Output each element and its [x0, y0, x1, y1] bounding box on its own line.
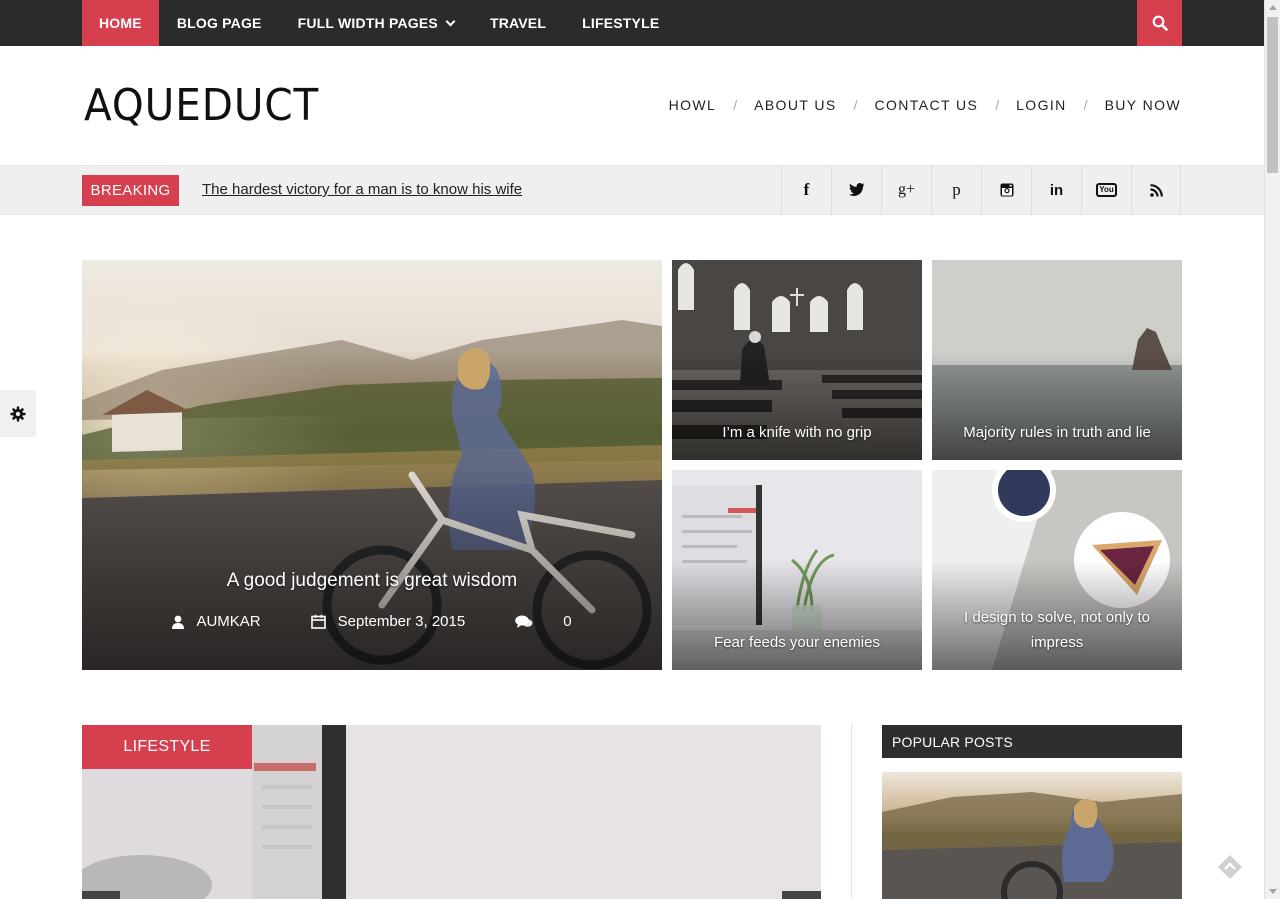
featured-tile-sea[interactable]: Majority rules in truth and lie — [932, 260, 1182, 460]
top-nav-lifestyle[interactable]: LIFESTYLE — [564, 0, 677, 46]
top-nav-label: LIFESTYLE — [582, 15, 660, 31]
pinterest-icon: p — [952, 180, 961, 199]
instagram-icon — [1000, 183, 1013, 197]
twitter-link[interactable] — [831, 166, 881, 214]
post-comment-count: 0 — [563, 613, 572, 630]
google-plus-icon: g+ — [897, 181, 916, 198]
top-nav-home[interactable]: HOME — [82, 0, 159, 46]
search-icon — [1152, 15, 1168, 31]
settings-panel-toggle[interactable] — [0, 390, 36, 437]
popular-post-image — [882, 792, 1182, 899]
top-nav-label: BLOG PAGE — [176, 15, 262, 31]
rss-link[interactable] — [1131, 166, 1181, 214]
chevron-down-icon — [445, 16, 456, 26]
pinterest-link[interactable]: p — [931, 166, 981, 214]
nav-separator: / — [853, 97, 858, 113]
rss-icon — [1149, 183, 1163, 197]
featured-main-post[interactable]: A good judgement is great wisdom AUMKAR … — [82, 260, 662, 670]
featured-tile-church[interactable]: I’m a knife with no grip — [672, 260, 922, 460]
google-plus-link[interactable]: g+ — [881, 166, 931, 214]
instagram-link[interactable] — [981, 166, 1031, 214]
post-category-tag[interactable]: LIFESTYLE — [82, 725, 252, 769]
gear-icon — [10, 406, 26, 421]
popular-posts-heading: POPULAR POSTS — [882, 725, 1182, 758]
main-nav-about-us[interactable]: ABOUT US — [754, 97, 837, 113]
user-icon — [172, 615, 185, 629]
featured-tile-title[interactable]: Fear feeds your enemies — [682, 630, 912, 655]
linkedin-link[interactable]: in — [1031, 166, 1081, 214]
page-scrollbar[interactable] — [1264, 0, 1280, 899]
youtube-icon: You — [1096, 183, 1117, 197]
breaking-headline-link[interactable]: The hardest victory for a man is to know… — [202, 181, 522, 198]
featured-tile-food[interactable]: I design to solve, not only to impress — [932, 470, 1182, 670]
site-logo[interactable]: AQUEDUCT — [84, 82, 319, 130]
top-nav-blog-page[interactable]: BLOG PAGE — [159, 0, 280, 46]
top-nav-label: HOME — [99, 15, 142, 31]
featured-tile-title[interactable]: I design to solve, not only to impress — [942, 605, 1172, 655]
facebook-icon: f — [803, 180, 810, 199]
top-nav-full-width-pages[interactable]: FULL WIDTH PAGES — [280, 0, 472, 46]
content-divider — [851, 725, 852, 899]
post-author-name: AUMKAR — [196, 613, 261, 630]
nav-separator: / — [733, 97, 738, 113]
top-nav-travel[interactable]: TRAVEL — [472, 0, 564, 46]
scroll-up-arrow[interactable] — [1269, 5, 1277, 10]
top-nav: HOME BLOG PAGE FULL WIDTH PAGES TRAVEL L… — [82, 0, 677, 46]
post-date: September 3, 2015 — [310, 613, 466, 630]
post-date-text: September 3, 2015 — [337, 613, 466, 630]
popular-post-thumbnail[interactable] — [882, 772, 1182, 899]
image-shade — [82, 444, 662, 670]
breaking-label: BREAKING — [82, 175, 179, 206]
breaking-news-bar: BREAKING The hardest victory for a man i… — [0, 165, 1264, 215]
facebook-link[interactable]: f — [781, 166, 831, 214]
linkedin-icon: in — [1049, 181, 1064, 199]
scroll-down-arrow[interactable] — [1269, 889, 1277, 894]
featured-main-meta: AUMKAR September 3, 2015 0 — [82, 613, 662, 630]
top-nav-label: TRAVEL — [489, 15, 547, 31]
nav-separator: / — [1083, 97, 1088, 113]
featured-main-title[interactable]: A good judgement is great wisdom — [92, 568, 652, 593]
comments-icon — [515, 615, 533, 628]
search-button[interactable] — [1137, 0, 1182, 46]
nav-separator: / — [995, 97, 1000, 113]
post-comments[interactable]: 0 — [515, 613, 572, 630]
featured-tile-title[interactable]: I’m a knife with no grip — [682, 420, 912, 445]
top-nav-label: FULL WIDTH PAGES — [297, 15, 438, 31]
twitter-icon — [848, 183, 864, 196]
main-nav: HOWL / ABOUT US / CONTACT US / LOGIN / B… — [669, 97, 1181, 113]
calendar-icon — [310, 614, 326, 629]
social-links: f g+ p in You — [781, 166, 1181, 214]
scrollbar-thumb[interactable] — [1267, 17, 1278, 173]
top-bar: HOME BLOG PAGE FULL WIDTH PAGES TRAVEL L… — [0, 0, 1264, 46]
featured-tile-title[interactable]: Majority rules in truth and lie — [942, 420, 1172, 445]
post-author[interactable]: AUMKAR — [172, 613, 261, 630]
main-nav-login[interactable]: LOGIN — [1016, 97, 1067, 113]
main-nav-buy-now[interactable]: BUY NOW — [1105, 97, 1181, 113]
main-nav-howl[interactable]: HOWL — [669, 97, 717, 113]
arrow-up-icon — [1218, 855, 1242, 879]
back-to-top-button[interactable] — [1216, 853, 1244, 881]
featured-tile-desk[interactable]: Fear feeds your enemies — [672, 470, 922, 670]
main-nav-contact-us[interactable]: CONTACT US — [874, 97, 978, 113]
youtube-link[interactable]: You — [1081, 166, 1131, 214]
